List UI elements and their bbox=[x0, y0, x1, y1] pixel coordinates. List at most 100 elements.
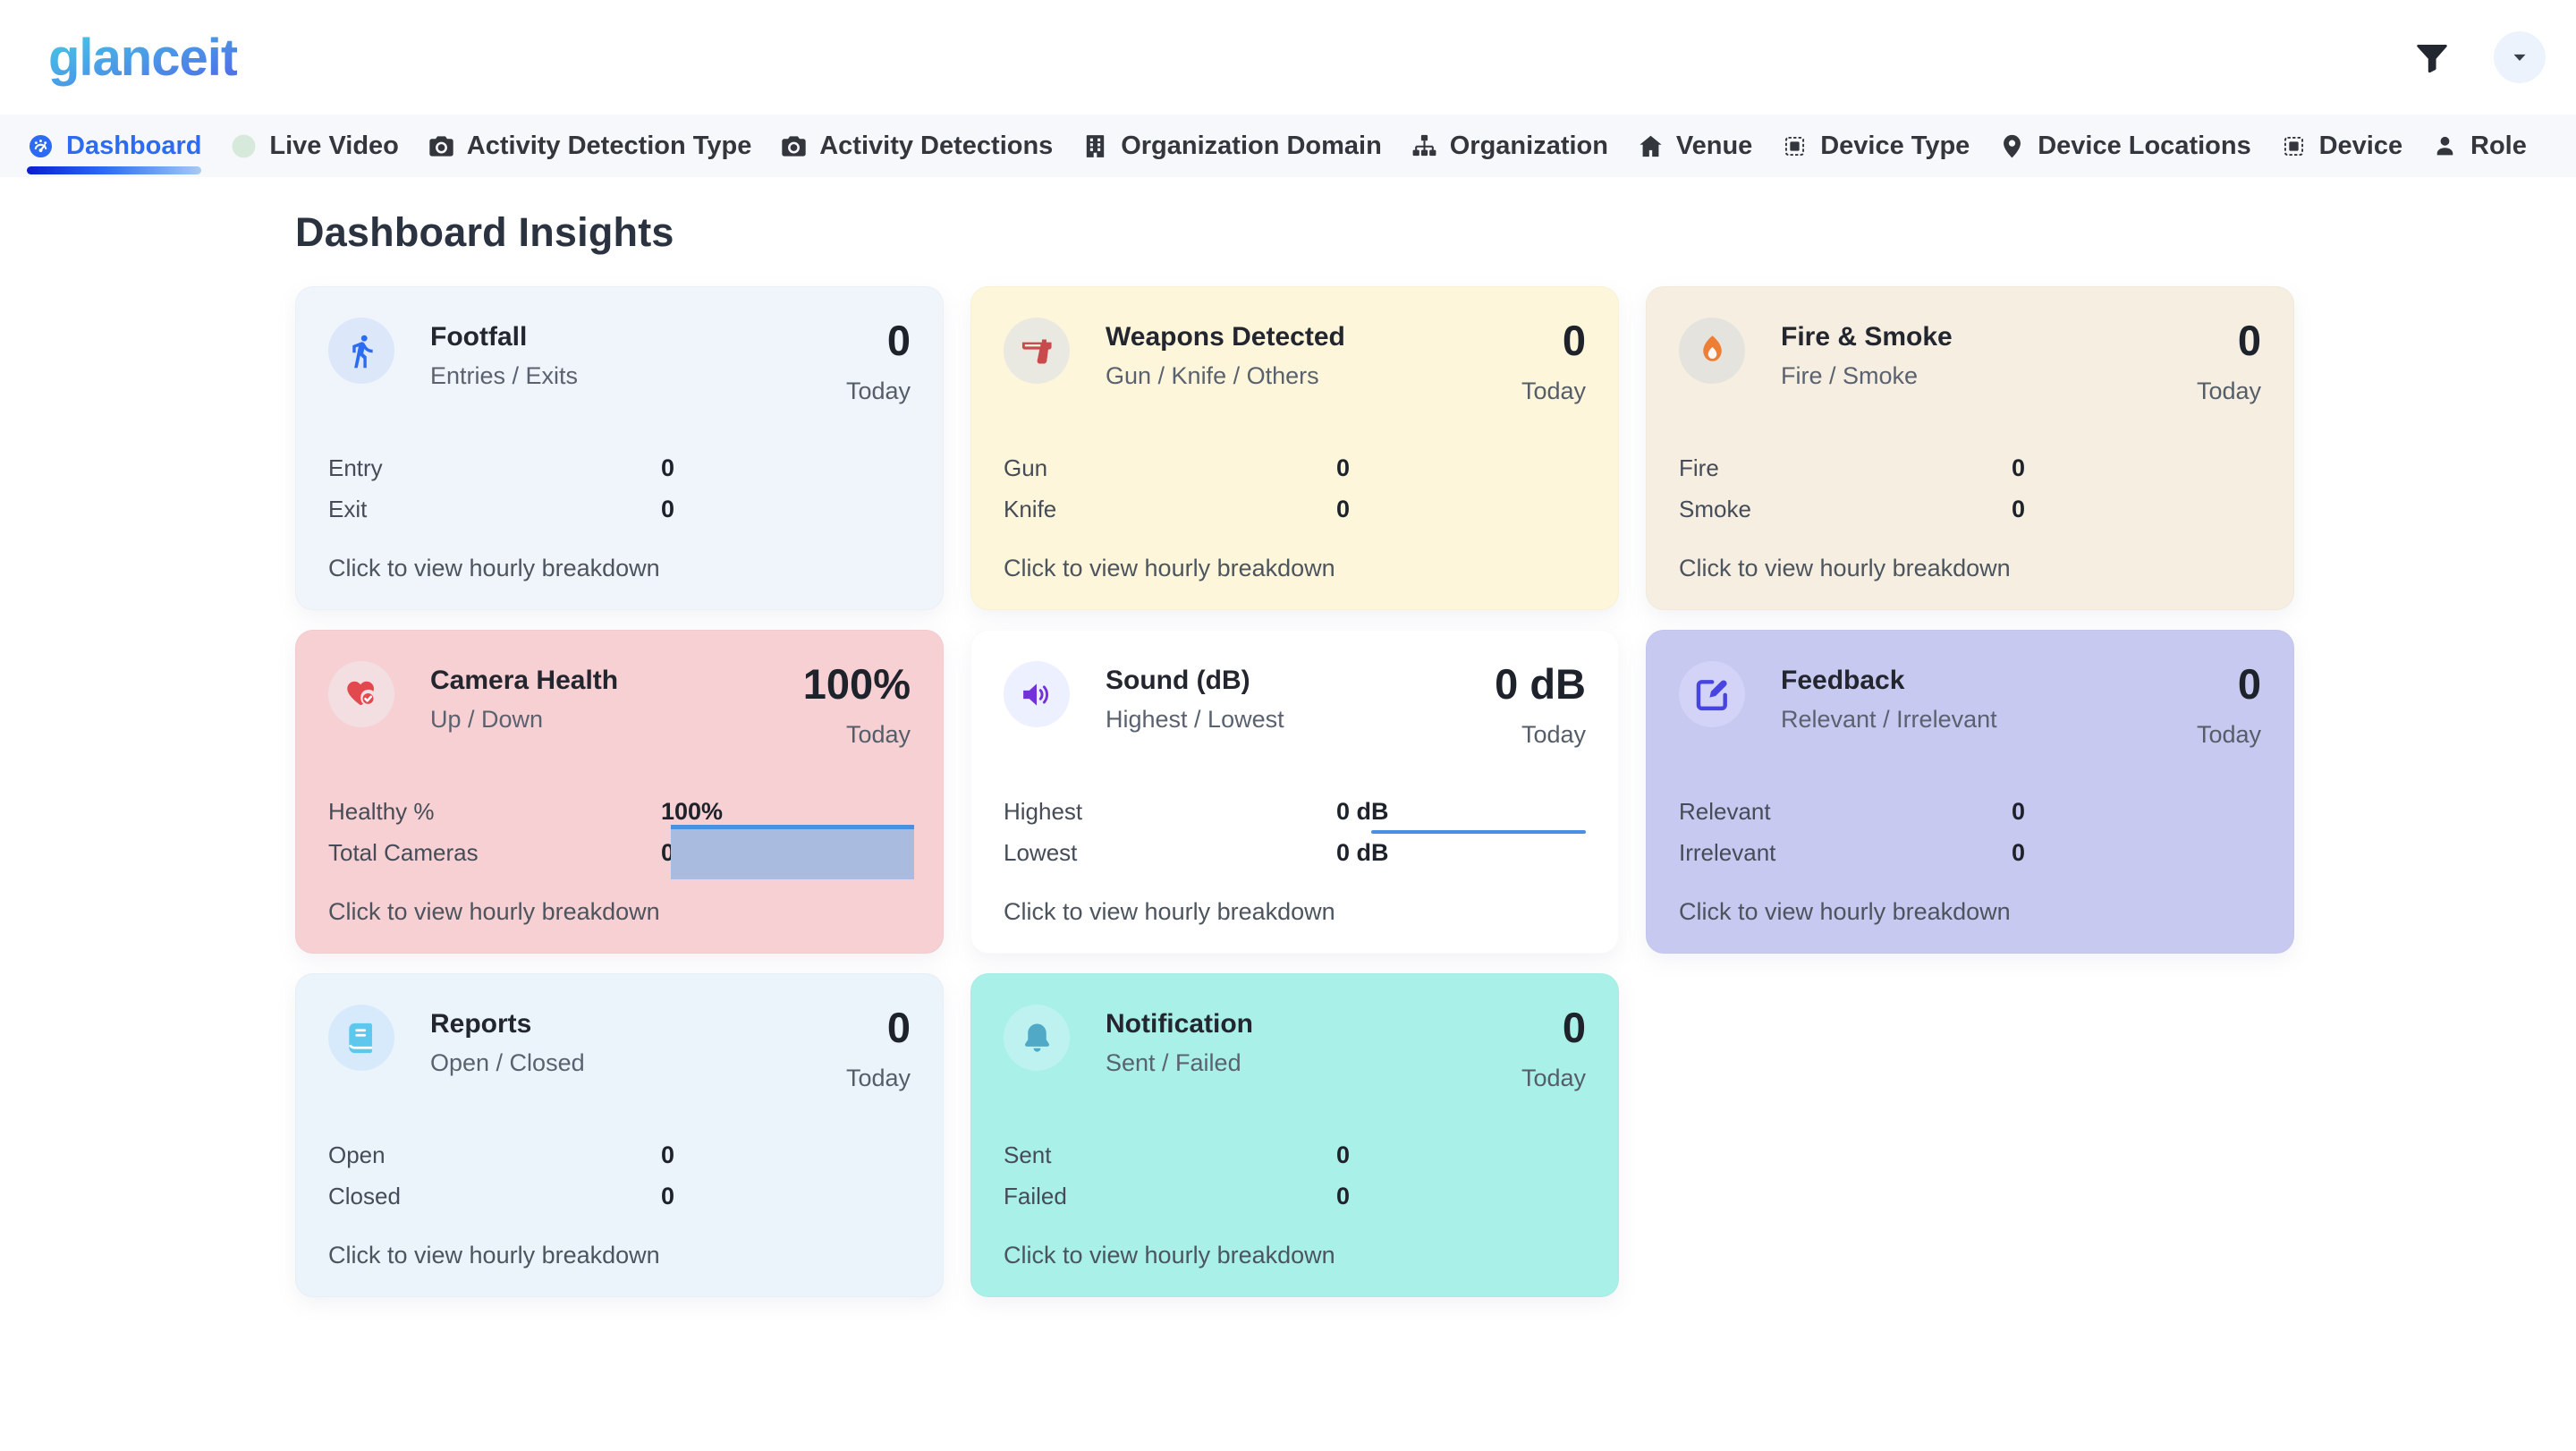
card-title: Camera Health bbox=[430, 666, 618, 696]
nav-item-organization-domain[interactable]: Organization Domain bbox=[1081, 115, 1382, 177]
cards-grid: Footfall Entries / Exits 0 Today Entry 0… bbox=[295, 286, 2576, 1297]
book-icon bbox=[328, 1005, 394, 1071]
card-subtitle: Highest / Lowest bbox=[1106, 706, 1284, 734]
walking-person-icon bbox=[328, 318, 394, 384]
card-period: Today bbox=[1521, 378, 1586, 405]
stat-row: Lowest 0 dB bbox=[1004, 832, 1586, 873]
flame-icon bbox=[1679, 318, 1745, 384]
stat-value: 100% bbox=[661, 798, 723, 826]
card-subtitle: Fire / Smoke bbox=[1781, 362, 1953, 390]
stat-row: Open 0 bbox=[328, 1134, 911, 1175]
card-weapons[interactable]: Weapons Detected Gun / Knife / Others 0 … bbox=[970, 286, 1619, 610]
sitemap-icon bbox=[1411, 132, 1438, 160]
card-subtitle: Sent / Failed bbox=[1106, 1049, 1253, 1077]
chip-icon bbox=[2280, 132, 2308, 160]
profile-menu-button[interactable] bbox=[2494, 31, 2546, 83]
card-period: Today bbox=[846, 378, 911, 405]
stat-label: Closed bbox=[328, 1183, 661, 1210]
stat-value: 0 bbox=[661, 496, 674, 523]
nav-item-activity-detection-type[interactable]: Activity Detection Type bbox=[428, 115, 752, 177]
stat-row: Gun 0 bbox=[1004, 447, 1586, 488]
card-header: Footfall Entries / Exits 0 Today bbox=[328, 318, 911, 405]
camera-icon bbox=[780, 132, 808, 160]
building-icon bbox=[1081, 132, 1109, 160]
card-stats: Healthy % 100% Total Cameras 0 bbox=[328, 791, 911, 873]
edit-icon bbox=[1679, 661, 1745, 727]
stat-label: Entry bbox=[328, 454, 661, 482]
card-stats: Entry 0 Exit 0 bbox=[328, 447, 911, 530]
stat-row: Failed 0 bbox=[1004, 1175, 1586, 1217]
card-subtitle: Gun / Knife / Others bbox=[1106, 362, 1345, 390]
nav-item-dashboard[interactable]: Dashboard bbox=[27, 115, 201, 177]
stat-value: 0 bbox=[2012, 839, 2025, 867]
card-title: Notification bbox=[1106, 1009, 1253, 1039]
card-footer-hint: Click to view hourly breakdown bbox=[1679, 555, 2261, 582]
card-header: Sound (dB) Highest / Lowest 0 dB Today bbox=[1004, 661, 1586, 749]
stat-row: Irrelevant 0 bbox=[1679, 832, 2261, 873]
bell-icon bbox=[1004, 1005, 1070, 1071]
nav-item-organization[interactable]: Organization bbox=[1411, 115, 1608, 177]
card-title: Reports bbox=[430, 1009, 585, 1039]
stat-value: 0 bbox=[1336, 1141, 1350, 1169]
chip-icon bbox=[1781, 132, 1809, 160]
nav-item-venue[interactable]: Venue bbox=[1637, 115, 1752, 177]
card-feedback[interactable]: Feedback Relevant / Irrelevant 0 Today R… bbox=[1646, 630, 2294, 954]
card-subtitle: Open / Closed bbox=[430, 1049, 585, 1077]
card-reports[interactable]: Reports Open / Closed 0 Today Open 0 Clo… bbox=[295, 973, 944, 1297]
stat-row: Sent 0 bbox=[1004, 1134, 1586, 1175]
stat-label: Exit bbox=[328, 496, 661, 523]
card-subtitle: Up / Down bbox=[430, 706, 618, 734]
stat-value: 0 bbox=[2012, 496, 2025, 523]
stat-label: Sent bbox=[1004, 1141, 1336, 1169]
stat-label: Fire bbox=[1679, 454, 2012, 482]
stat-row: Fire 0 bbox=[1679, 447, 2261, 488]
main-content: Dashboard Insights Footfall Entries / Ex… bbox=[0, 177, 2576, 1297]
stat-row: Knife 0 bbox=[1004, 488, 1586, 530]
card-footer-hint: Click to view hourly breakdown bbox=[328, 898, 911, 926]
app-header: glanceit bbox=[0, 0, 2576, 115]
sound-level-line-chart bbox=[1371, 830, 1586, 834]
healthy-percent-area-chart bbox=[671, 825, 914, 879]
stat-label: Smoke bbox=[1679, 496, 2012, 523]
card-footer-hint: Click to view hourly breakdown bbox=[1679, 898, 2261, 926]
stat-label: Relevant bbox=[1679, 798, 2012, 826]
person-icon bbox=[2431, 132, 2459, 160]
card-sound[interactable]: Sound (dB) Highest / Lowest 0 dB Today H… bbox=[970, 630, 1619, 954]
stat-label: Total Cameras bbox=[328, 839, 661, 867]
stat-value: 0 bbox=[661, 454, 674, 482]
card-period: Today bbox=[1521, 1065, 1586, 1092]
header-actions bbox=[2411, 31, 2546, 83]
map-pin-icon bbox=[1998, 132, 2026, 160]
heart-check-icon bbox=[328, 661, 394, 727]
stat-label: Gun bbox=[1004, 454, 1336, 482]
card-notification[interactable]: Notification Sent / Failed 0 Today Sent … bbox=[970, 973, 1619, 1297]
stat-value: 0 dB bbox=[1336, 839, 1389, 867]
card-stats: Sent 0 Failed 0 bbox=[1004, 1134, 1586, 1217]
green-dot-icon bbox=[230, 132, 258, 160]
nav-item-device-type[interactable]: Device Type bbox=[1781, 115, 1970, 177]
nav-item-live-video[interactable]: Live Video bbox=[230, 115, 399, 177]
brand-logo: glanceit bbox=[48, 28, 237, 88]
card-footfall[interactable]: Footfall Entries / Exits 0 Today Entry 0… bbox=[295, 286, 944, 610]
stat-label: Healthy % bbox=[328, 798, 661, 826]
nav-item-device-locations[interactable]: Device Locations bbox=[1998, 115, 2251, 177]
nav-item-activity-detections[interactable]: Activity Detections bbox=[780, 115, 1053, 177]
card-fire-smoke[interactable]: Fire & Smoke Fire / Smoke 0 Today Fire 0… bbox=[1646, 286, 2294, 610]
card-period: Today bbox=[2197, 721, 2261, 749]
card-header: Feedback Relevant / Irrelevant 0 Today bbox=[1679, 661, 2261, 749]
card-footer-hint: Click to view hourly breakdown bbox=[1004, 1242, 1586, 1269]
speaker-icon bbox=[1004, 661, 1070, 727]
card-period: Today bbox=[1495, 721, 1586, 749]
nav-item-role[interactable]: Role bbox=[2431, 115, 2527, 177]
filter-funnel-icon[interactable] bbox=[2411, 37, 2453, 78]
card-footer-hint: Click to view hourly breakdown bbox=[1004, 555, 1586, 582]
chevron-down-icon bbox=[2507, 45, 2532, 70]
active-tab-underline bbox=[27, 166, 201, 174]
card-period: Today bbox=[803, 721, 911, 749]
card-header: Camera Health Up / Down 100% Today bbox=[328, 661, 911, 749]
stat-value: 0 bbox=[661, 1183, 674, 1210]
card-camera-health[interactable]: Camera Health Up / Down 100% Today Healt… bbox=[295, 630, 944, 954]
nav-item-device[interactable]: Device bbox=[2280, 115, 2403, 177]
card-footer-hint: Click to view hourly breakdown bbox=[328, 555, 911, 582]
stat-value: 0 bbox=[1336, 1183, 1350, 1210]
